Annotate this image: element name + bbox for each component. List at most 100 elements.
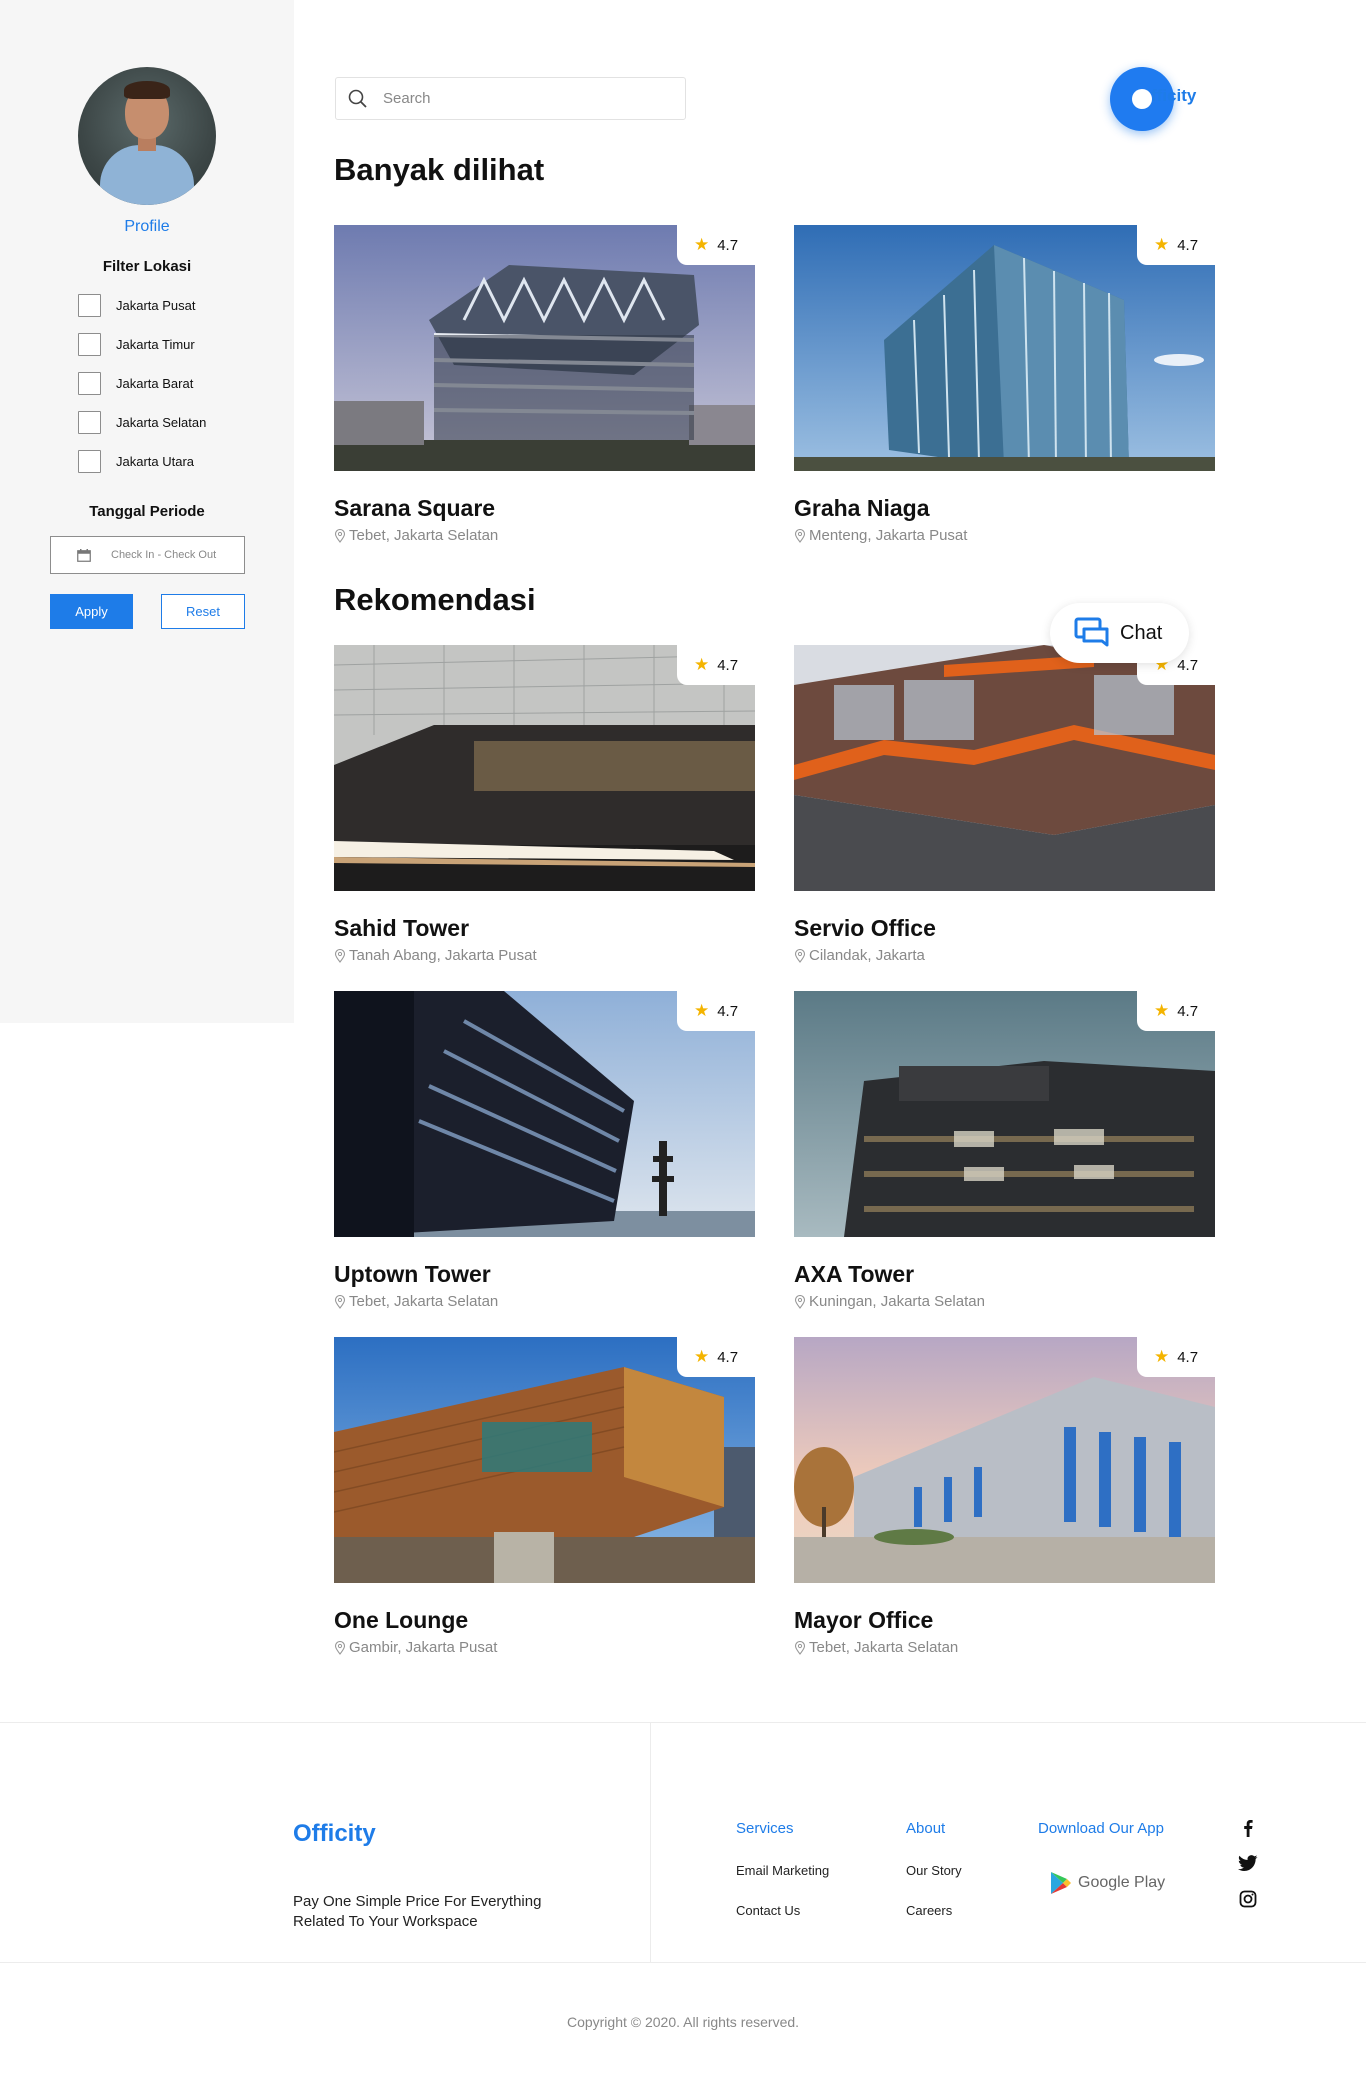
date-range-input[interactable]: Check In - Check Out bbox=[50, 536, 245, 574]
office-image: ★ 4.7 bbox=[794, 225, 1215, 471]
filter-label: Jakarta Barat bbox=[116, 375, 194, 391]
location-pin-icon bbox=[334, 1640, 346, 1655]
office-image: ★ 4.7 bbox=[794, 1337, 1215, 1583]
filter-jakarta-pusat[interactable]: Jakarta Pusat bbox=[78, 293, 196, 317]
careers-link[interactable]: Careers bbox=[906, 1903, 952, 1918]
office-location: Cilandak, Jakarta bbox=[794, 947, 925, 964]
location-text: Tebet, Jakarta Selatan bbox=[349, 1293, 499, 1310]
office-name[interactable]: Sahid Tower bbox=[334, 915, 469, 942]
office-name[interactable]: AXA Tower bbox=[794, 1261, 914, 1288]
checkbox[interactable] bbox=[78, 449, 101, 473]
office-card[interactable]: ★ 4.7 Sarana Square Tebet, Jakarta Selata… bbox=[334, 225, 755, 544]
apply-button[interactable]: Apply bbox=[50, 594, 133, 629]
office-image: ★ 4.7 bbox=[334, 1337, 755, 1583]
star-icon: ★ bbox=[693, 235, 710, 254]
office-name[interactable]: Mayor Office bbox=[794, 1607, 933, 1634]
location-pin-icon bbox=[334, 528, 346, 543]
office-card[interactable]: ★ 4.7 Sahid Tower Tanah Abang, Jakarta Pu… bbox=[334, 645, 755, 964]
facebook-icon[interactable] bbox=[1238, 1818, 1258, 1838]
rating-badge: ★ 4.7 bbox=[1137, 225, 1215, 265]
star-icon: ★ bbox=[693, 655, 710, 674]
download-heading[interactable]: Download Our App bbox=[1038, 1820, 1164, 1837]
chat-label: Chat bbox=[1120, 621, 1163, 644]
location-pin-icon bbox=[794, 1294, 806, 1309]
footer-brand[interactable]: Officity bbox=[293, 1820, 376, 1848]
footer-divider-top bbox=[0, 1722, 1366, 1723]
calendar-icon bbox=[77, 548, 91, 562]
rating-badge: ★ 4.7 bbox=[677, 225, 755, 265]
office-location: Tebet, Jakarta Selatan bbox=[794, 1639, 958, 1656]
chat-button[interactable]: Chat bbox=[1050, 603, 1189, 663]
our-story-link[interactable]: Our Story bbox=[906, 1863, 962, 1878]
about-heading[interactable]: About bbox=[906, 1820, 945, 1837]
star-icon: ★ bbox=[1153, 1001, 1170, 1020]
checkbox[interactable] bbox=[78, 332, 101, 356]
office-location: Gambir, Jakarta Pusat bbox=[334, 1639, 497, 1656]
email-marketing-link[interactable]: Email Marketing bbox=[736, 1863, 829, 1878]
location-pin-icon bbox=[334, 948, 346, 963]
location-pin-icon bbox=[794, 1640, 806, 1655]
footer-divider-vertical bbox=[650, 1722, 651, 1962]
office-image: ★ 4.7 bbox=[794, 991, 1215, 1237]
location-pin-icon bbox=[334, 1294, 346, 1309]
filter-label: Jakarta Utara bbox=[116, 453, 195, 469]
office-card[interactable]: ★ 4.7 Graha Niaga Menteng, Jakarta Pusat bbox=[794, 225, 1215, 544]
star-icon: ★ bbox=[1153, 235, 1170, 254]
star-icon: ★ bbox=[693, 1001, 710, 1020]
rating-value: 4.7 bbox=[1177, 1002, 1199, 1020]
google-play-icon bbox=[1051, 1872, 1071, 1894]
location-text: Tebet, Jakarta Selatan bbox=[809, 1639, 959, 1656]
rating-badge: ★ 4.7 bbox=[677, 991, 755, 1031]
location-text: Tanah Abang, Jakarta Pusat bbox=[349, 947, 537, 964]
profile-link[interactable]: Profile bbox=[0, 218, 294, 236]
office-card[interactable]: ★ 4.7 Uptown Tower Tebet, Jakarta Selatan bbox=[334, 991, 755, 1310]
rating-badge: ★ 4.7 bbox=[677, 645, 755, 685]
office-name[interactable]: Uptown Tower bbox=[334, 1261, 491, 1288]
filter-jakarta-selatan[interactable]: Jakarta Selatan bbox=[78, 410, 206, 434]
office-card[interactable]: ★ 4.7 One Lounge Gambir, Jakarta Pusat bbox=[334, 1337, 755, 1656]
date-placeholder: Check In - Check Out bbox=[111, 549, 217, 561]
office-name[interactable]: One Lounge bbox=[334, 1607, 468, 1634]
tanggal-periode-heading: Tanggal Periode bbox=[89, 503, 205, 520]
avatar[interactable] bbox=[78, 67, 216, 205]
filter-jakarta-timur[interactable]: Jakarta Timur bbox=[78, 332, 195, 356]
section-title-popular: Banyak dilihat bbox=[334, 152, 545, 187]
office-image: ★ 4.7 bbox=[794, 645, 1215, 891]
star-icon: ★ bbox=[693, 1347, 710, 1366]
rating-value: 4.7 bbox=[1177, 1348, 1199, 1366]
google-play-label: Google Play bbox=[1078, 1874, 1166, 1891]
office-image: ★ 4.7 bbox=[334, 645, 755, 891]
location-text: Menteng, Jakarta Pusat bbox=[809, 527, 968, 544]
rating-badge: ★ 4.7 bbox=[1137, 991, 1215, 1031]
instagram-icon[interactable] bbox=[1238, 1889, 1258, 1909]
office-card[interactable]: ★ 4.7 Servio Office Cilandak, Jakarta bbox=[794, 645, 1215, 964]
checkbox[interactable] bbox=[78, 371, 101, 395]
location-text: Gambir, Jakarta Pusat bbox=[349, 1639, 498, 1656]
chat-icon bbox=[1074, 617, 1109, 647]
services-heading[interactable]: Services bbox=[736, 1820, 794, 1837]
search-bar[interactable]: Search bbox=[335, 77, 686, 120]
rating-value: 4.7 bbox=[1177, 236, 1199, 254]
checkbox[interactable] bbox=[78, 293, 101, 317]
office-name[interactable]: Servio Office bbox=[794, 915, 936, 942]
reset-button[interactable]: Reset bbox=[161, 594, 245, 629]
office-name[interactable]: Graha Niaga bbox=[794, 495, 930, 522]
location-text: Kuningan, Jakarta Selatan bbox=[809, 1293, 985, 1310]
office-card[interactable]: ★ 4.7 Mayor Office Tebet, Jakarta Selatan bbox=[794, 1337, 1215, 1656]
office-location: Kuningan, Jakarta Selatan bbox=[794, 1293, 985, 1310]
footer-tagline: Pay One Simple Price For Everything Rela… bbox=[293, 1893, 542, 1930]
checkbox[interactable] bbox=[78, 410, 101, 434]
search-icon bbox=[348, 89, 367, 108]
filter-jakarta-utara[interactable]: Jakarta Utara bbox=[78, 449, 194, 473]
filter-lokasi-heading: Filter Lokasi bbox=[102, 258, 192, 275]
location-pin-icon bbox=[794, 948, 806, 963]
office-card[interactable]: ★ 4.7 AXA Tower Kuningan, Jakarta Selatan bbox=[794, 991, 1215, 1310]
google-play-badge[interactable]: Google Play bbox=[1050, 1871, 1165, 1895]
contact-us-link[interactable]: Contact Us bbox=[736, 1903, 800, 1918]
filter-jakarta-barat[interactable]: Jakarta Barat bbox=[78, 371, 193, 395]
office-image: ★ 4.7 bbox=[334, 991, 755, 1237]
office-name[interactable]: Sarana Square bbox=[334, 495, 495, 522]
location-text: Tebet, Jakarta Selatan bbox=[349, 527, 499, 544]
twitter-icon[interactable] bbox=[1238, 1853, 1258, 1873]
rating-value: 4.7 bbox=[717, 236, 739, 254]
